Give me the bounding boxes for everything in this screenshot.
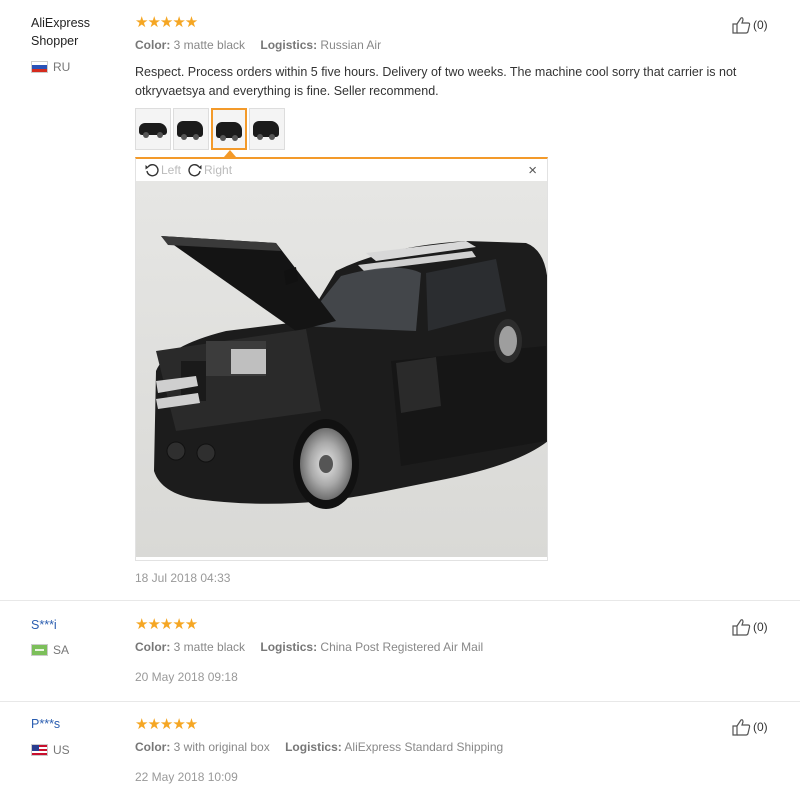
star-rating: ★★★★★ [135, 14, 198, 31]
reviewer-country: SA [31, 643, 69, 657]
country-code: US [53, 743, 70, 757]
logistics-value: Russian Air [320, 38, 382, 52]
color-value: 3 matte black [173, 640, 246, 654]
review-meta: Color: 3 matte black Logistics: China Po… [135, 640, 483, 654]
us-flag-icon [31, 744, 48, 756]
photo-thumbnail-active[interactable] [211, 108, 247, 150]
color-value: 3 with original box [173, 740, 270, 754]
color-value: 3 matte black [173, 38, 246, 52]
rotate-right-label: Right [204, 163, 233, 177]
logistics-label: Logistics: [260, 38, 318, 52]
review-meta: Color: 3 matte black Logistics: Russian … [135, 38, 381, 52]
thumbnail-pointer [224, 150, 236, 157]
photo-thumbnail[interactable] [173, 108, 209, 150]
color-label: Color: [135, 740, 171, 754]
rotate-left-label: Left [161, 163, 182, 177]
helpful-count: (0) [753, 620, 768, 634]
photo-thumbnail[interactable] [249, 108, 285, 150]
review-item: AliExpress Shopper RU ★★★★★ Color: 3 mat… [0, 0, 800, 601]
close-viewer-button[interactable]: × [528, 162, 537, 179]
photo-viewer: Left Right × [135, 157, 548, 561]
review-date: 20 May 2018 09:18 [135, 670, 238, 684]
star-rating: ★★★★★ [135, 716, 198, 733]
helpful-count: (0) [753, 18, 768, 32]
logistics-value: AliExpress Standard Shipping [344, 740, 504, 754]
review-text: Respect. Process orders within 5 five ho… [135, 65, 737, 98]
photo-viewer-toolbar: Left Right × [136, 159, 547, 181]
review-item: P***s US ★★★★★ Color: 3 with original bo… [0, 703, 800, 800]
russia-flag-icon [31, 61, 48, 73]
color-label: Color: [135, 640, 171, 654]
thumbs-up-icon [732, 719, 751, 736]
review-photo [136, 181, 547, 557]
logistics-label: Logistics: [260, 640, 318, 654]
review-photo-thumbnails [135, 108, 285, 150]
review-item: S***i SA ★★★★★ Color: 3 matte black Logi… [0, 602, 800, 702]
country-code: RU [53, 60, 71, 74]
rotate-right-button[interactable]: Right [187, 162, 232, 178]
reviewer-country: RU [31, 60, 70, 74]
helpful-button[interactable]: (0) [731, 618, 768, 636]
reviewer-country: US [31, 743, 70, 757]
logistics-value: China Post Registered Air Mail [320, 640, 484, 654]
thumbs-up-icon [732, 17, 751, 34]
review-date: 18 Jul 2018 04:33 [135, 571, 231, 585]
helpful-count: (0) [753, 720, 768, 734]
reviewer-name[interactable]: P***s [31, 715, 121, 733]
rotate-left-icon [145, 164, 159, 177]
review-date: 22 May 2018 10:09 [135, 770, 238, 784]
review-meta: Color: 3 with original box Logistics: Al… [135, 740, 503, 754]
reviewer-name: AliExpress Shopper [31, 16, 91, 48]
helpful-button[interactable]: (0) [731, 16, 768, 34]
helpful-button[interactable]: (0) [731, 718, 768, 736]
reviewer-name[interactable]: S***i [31, 616, 121, 634]
photo-thumbnail[interactable] [135, 108, 171, 150]
country-code: SA [53, 643, 70, 657]
rotate-left-button[interactable]: Left [144, 162, 181, 178]
logistics-label: Logistics: [285, 740, 342, 754]
color-label: Color: [135, 38, 171, 52]
saudi-arabia-flag-icon [31, 644, 48, 656]
thumbs-up-icon [732, 619, 751, 636]
star-rating: ★★★★★ [135, 616, 198, 633]
rotate-right-icon [188, 164, 202, 177]
